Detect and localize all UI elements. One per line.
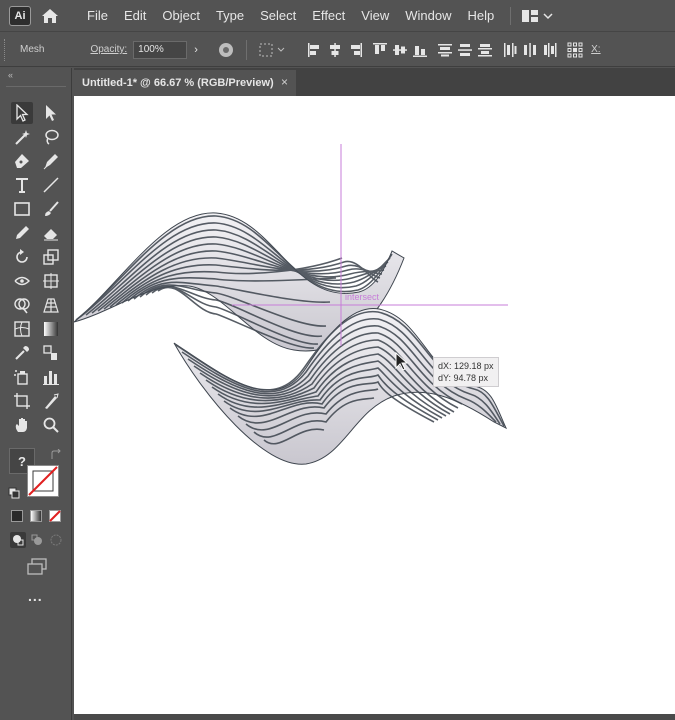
screen-mode-icon[interactable] [26,558,48,581]
direct-selection-tool-icon[interactable] [40,102,62,124]
lasso-tool-icon[interactable] [40,126,62,148]
rectangle-tool-icon[interactable] [11,198,33,220]
scale-tool-icon[interactable] [40,246,62,268]
align-to-selection-icon[interactable] [258,41,276,59]
move-delta-tooltip: dX: 129.18 px dY: 94.78 px [433,357,499,387]
mesh-tool-icon[interactable] [11,318,33,340]
fill-unknown-text: ? [18,453,26,469]
eraser-tool-icon[interactable] [40,222,62,244]
selection-type-label: Mesh [20,44,45,55]
none-mode-icon[interactable] [49,510,61,522]
align-chevron-down-icon[interactable] [277,46,285,54]
draw-behind-icon[interactable] [29,532,45,548]
rotate-tool-icon[interactable] [11,246,33,268]
zoom-tool-icon[interactable] [40,414,62,436]
smart-guide-label: intersect [345,292,380,302]
align-horizontal-center-icon[interactable] [326,41,344,59]
collapse-panel-icon[interactable]: « [8,70,13,80]
menu-effect[interactable]: Effect [304,0,353,32]
control-bar: Mesh Opacity: 100% › X: [0,33,675,67]
distribute-top-icon[interactable] [436,41,454,59]
shape-builder-tool-icon[interactable] [11,294,33,316]
perspective-grid-tool-icon[interactable] [40,294,62,316]
opacity-label[interactable]: Opacity: [90,44,127,55]
distribute-left-icon[interactable] [501,41,519,59]
document-tab-bar: Untitled-1* @ 66.67 % (RGB/Preview) × [74,68,675,96]
gradient-mode-icon[interactable] [30,510,42,522]
workspace-switcher-button[interactable] [521,9,553,23]
menu-type[interactable]: Type [208,0,252,32]
pencil-tool-icon[interactable] [11,222,33,244]
home-icon[interactable] [37,4,63,28]
draw-normal-icon[interactable] [10,532,26,548]
width-tool-icon[interactable] [11,270,33,292]
column-graph-tool-icon[interactable] [40,366,62,388]
menu-help[interactable]: Help [459,0,502,32]
selection-tool-icon[interactable] [11,102,33,124]
menu-window[interactable]: Window [397,0,459,32]
type-tool-icon[interactable] [11,174,33,196]
x-position-label[interactable]: X: [591,44,600,55]
artwork-svg [74,144,508,465]
tooltip-dy: dY: 94.78 px [438,373,489,383]
align-bottom-icon[interactable] [411,41,429,59]
workspace-layout-icon [522,9,539,22]
artboard-canvas[interactable]: intersect dX: 129.18 px dY: 94.78 px [74,96,675,714]
live-paint-bucket-tool-icon[interactable] [40,342,62,364]
symbol-sprayer-tool-icon[interactable] [11,366,33,388]
menu-view[interactable]: View [353,0,397,32]
align-vertical-center-icon[interactable] [391,41,409,59]
line-segment-tool-icon[interactable] [40,174,62,196]
align-left-icon[interactable] [306,41,324,59]
artboard-tool-icon[interactable] [11,390,33,412]
color-mode-icon[interactable] [11,510,23,522]
distribute-horizontal-center-icon[interactable] [521,41,539,59]
chevron-down-icon [543,12,553,19]
eyedropper-tool-icon[interactable] [11,342,33,364]
gradient-tool-icon[interactable] [40,318,62,340]
align-right-icon[interactable] [346,41,364,59]
paintbrush-tool-icon[interactable] [40,198,62,220]
menu-edit[interactable]: Edit [116,0,154,32]
tab-untitled-1[interactable]: Untitled-1* @ 66.67 % (RGB/Preview) × [74,70,296,96]
document-tab-title: Untitled-1* @ 66.67 % (RGB/Preview) [82,77,274,89]
cursor-arrow-icon [395,352,409,371]
menu-items: File Edit Object Type Select Effect View… [79,0,502,32]
align-top-icon[interactable] [371,41,389,59]
app-logo: Ai [9,5,31,26]
menu-object[interactable]: Object [154,0,208,32]
reference-point-icon[interactable] [566,41,584,59]
pen-tool-icon[interactable] [11,150,33,172]
distribute-vertical-center-icon[interactable] [456,41,474,59]
magic-wand-tool-icon[interactable] [11,126,33,148]
menu-file[interactable]: File [79,0,116,32]
opacity-field[interactable]: 100% [133,40,188,59]
distribute-right-icon[interactable] [541,41,559,59]
mesh-wave-object[interactable] [74,212,508,465]
illustrator-window: Ai File Edit Object Type Select Effect V… [0,0,675,720]
draw-inside-icon[interactable] [48,532,64,548]
swap-fill-stroke-icon[interactable] [50,448,62,466]
close-icon[interactable]: × [281,75,288,89]
control-bar-grip[interactable] [4,38,8,61]
edit-toolbar-button[interactable]: ... [28,588,43,604]
menu-separator [510,6,512,25]
default-fill-stroke-icon[interactable] [8,486,20,504]
curvature-tool-icon[interactable] [40,150,62,172]
free-transform-tool-icon[interactable] [40,270,62,292]
tooltip-dx: dX: 129.18 px [438,361,494,371]
hand-tool-icon[interactable] [11,414,33,436]
opacity-chevron-right-icon[interactable]: › [189,41,203,59]
recolor-artwork-icon[interactable] [217,41,235,59]
menu-bar: Ai File Edit Object Type Select Effect V… [0,0,675,32]
menu-select[interactable]: Select [252,0,304,32]
distribute-bottom-icon[interactable] [476,41,494,59]
stroke-swatch[interactable] [27,465,59,497]
tools-panel: « ? ... [0,68,72,720]
status-bar [74,714,675,720]
control-separator [246,39,248,60]
slice-tool-icon[interactable] [40,390,62,412]
